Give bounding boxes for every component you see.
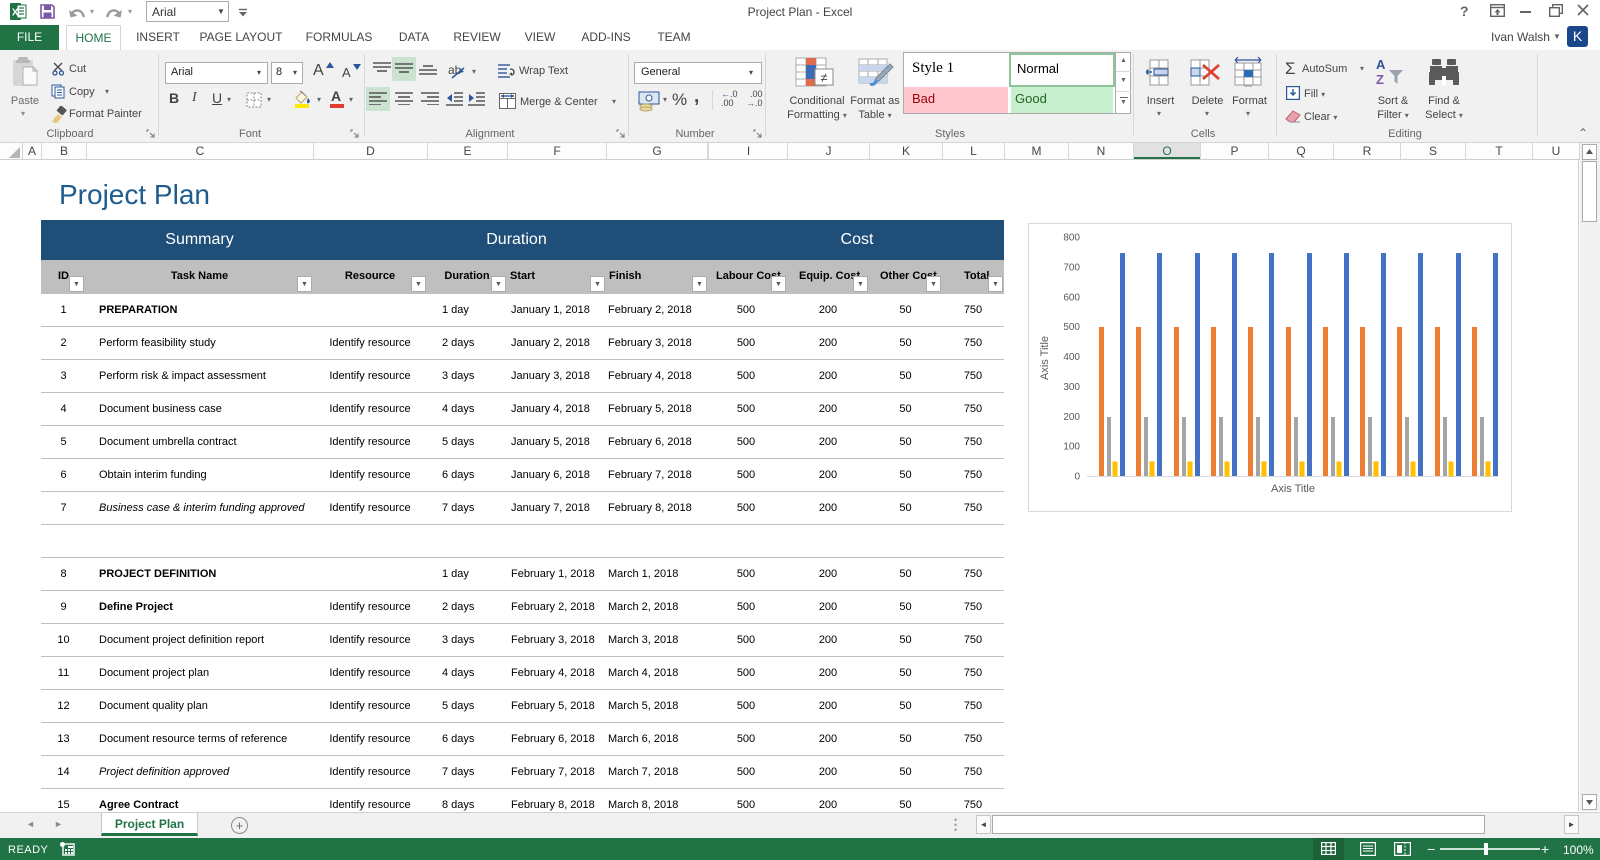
svg-text:400: 400 [1063, 352, 1080, 363]
svg-text:800: 800 [1063, 233, 1080, 244]
svg-text:Axis Title: Axis Title [1039, 336, 1051, 380]
svg-text:200: 200 [1063, 412, 1080, 423]
svg-text:100: 100 [1063, 442, 1080, 453]
svg-text:0: 0 [1074, 472, 1080, 483]
svg-text:600: 600 [1063, 292, 1080, 303]
svg-text:≠: ≠ [820, 70, 827, 85]
svg-text:700: 700 [1063, 262, 1080, 273]
svg-text:Axis Title: Axis Title [1271, 483, 1315, 495]
svg-text:300: 300 [1063, 382, 1080, 393]
svg-text:500: 500 [1063, 322, 1080, 333]
svg-text:Z: Z [1376, 72, 1384, 87]
svg-text:A: A [1376, 57, 1386, 72]
